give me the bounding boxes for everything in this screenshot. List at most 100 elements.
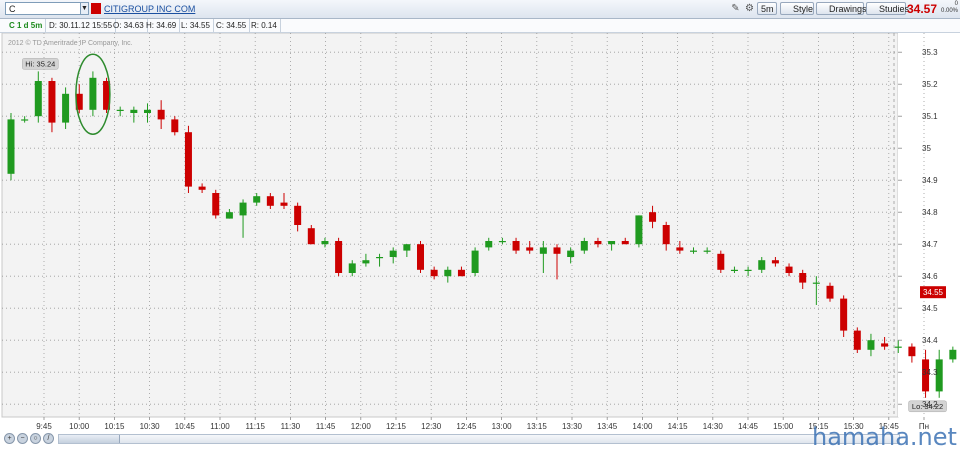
studies-button[interactable]: Studies	[866, 2, 909, 15]
interval-button[interactable]: 5m	[757, 2, 777, 15]
y-tick-label: 34.3	[922, 368, 938, 377]
y-tick-label: 35.2	[922, 80, 938, 89]
company-flag-icon	[91, 3, 101, 14]
x-tick-label: 13:15	[527, 422, 548, 431]
y-tick-label: 34.6	[922, 272, 938, 281]
candle-body	[376, 257, 384, 259]
symbol-dropdown-icon[interactable]: ▼	[80, 2, 89, 15]
style-button[interactable]: Style	[780, 2, 814, 15]
symbol-input[interactable]: C	[5, 2, 87, 15]
x-tick-label: 10:30	[140, 422, 161, 431]
candle-body	[157, 109, 165, 120]
high-label: Hi: 35.24	[25, 59, 55, 68]
candle-body	[635, 215, 643, 245]
price-tag: 34.55	[923, 288, 944, 297]
candle-body	[812, 282, 820, 284]
x-tick-label: 14:45	[738, 422, 759, 431]
scrollbar-thumb[interactable]	[59, 435, 120, 443]
candle-body	[730, 269, 738, 271]
candle-body	[703, 250, 711, 252]
x-tick-label: 10:45	[175, 422, 196, 431]
x-tick-label: 12:00	[351, 422, 372, 431]
candle-body	[649, 212, 657, 222]
candle-body	[539, 247, 547, 254]
x-tick-label: 13:45	[597, 422, 618, 431]
zoom-in-icon[interactable]: +	[4, 433, 15, 444]
last-price: 34.57	[907, 2, 938, 16]
candle-body	[430, 269, 438, 277]
candlestick-chart[interactable]: 2012 © TD Ameritrade IP Company, Inc. Hi…	[0, 33, 960, 431]
candle-body	[771, 260, 779, 264]
x-tick-label: 14:30	[703, 422, 724, 431]
candle-body	[471, 250, 479, 273]
wrench-icon[interactable]: ⚙	[743, 2, 756, 15]
pan-icon[interactable]: /	[43, 433, 54, 444]
y-tick-label: 34.2	[922, 400, 938, 409]
candle-body	[212, 193, 220, 216]
candle-body	[881, 343, 889, 347]
chart-toolbar: C ▼ CITIGROUP INC COM ✎ ⚙ 5m Style Drawi…	[0, 0, 960, 19]
net-change: 0	[954, 1, 958, 7]
company-name-link[interactable]: CITIGROUP INC COM	[104, 3, 195, 15]
candle-body	[840, 298, 848, 331]
x-tick-label: 13:00	[492, 422, 513, 431]
candle-body	[853, 330, 861, 350]
candle-body	[717, 253, 725, 270]
candle-body	[485, 241, 493, 248]
candle-body	[89, 77, 97, 110]
y-tick-label: 35.3	[922, 48, 938, 57]
x-tick-label: 14:15	[668, 422, 689, 431]
zoom-out-icon[interactable]: −	[17, 433, 28, 444]
candle-body	[403, 244, 411, 251]
candle-body	[799, 273, 807, 283]
candle-body	[171, 119, 179, 133]
candle-body	[116, 109, 124, 111]
y-tick-label: 34.5	[922, 304, 938, 313]
y-tick-label: 35	[922, 144, 931, 153]
bar-date: D: 30.11.12 15:55	[46, 19, 117, 32]
candle-body	[867, 340, 875, 350]
y-tick-label: 34.7	[922, 240, 938, 249]
x-tick-label: 15:00	[773, 422, 794, 431]
candle-body	[198, 186, 206, 190]
x-tick-label: 11:30	[281, 422, 301, 431]
candle-body	[417, 244, 424, 270]
candle-body	[266, 196, 274, 206]
candle-body	[184, 132, 192, 187]
candle-body	[744, 269, 752, 271]
y-tick-label: 34.9	[922, 176, 938, 185]
y-tick-label: 34.4	[922, 336, 938, 345]
zoom-reset-icon[interactable]: ○	[30, 433, 41, 444]
candle-body	[676, 247, 684, 251]
candle-body	[949, 349, 957, 360]
symbol-period[interactable]: C 1 d 5m	[6, 19, 47, 32]
bar-range: R: 0.14	[248, 19, 281, 32]
candle-body	[48, 81, 56, 123]
candle-body	[239, 202, 247, 216]
x-tick-label: 10:00	[69, 422, 90, 431]
candle-body	[580, 241, 588, 251]
chart-scrollbar[interactable]	[58, 434, 900, 444]
x-tick-label: 12:15	[386, 422, 407, 431]
x-tick-label: 11:15	[245, 422, 265, 431]
x-tick-label: 10:15	[104, 422, 125, 431]
candle-body	[362, 260, 370, 264]
candle-body	[498, 241, 506, 243]
candle-body	[690, 250, 697, 252]
time-axis: 9:45 10:00 10:15 10:30 10:45 11:00 11:15 11:30 1…	[36, 417, 929, 431]
candle-body	[321, 241, 329, 245]
price-change: 0 0.00%	[938, 1, 958, 15]
x-tick-label: 9:45	[36, 422, 52, 431]
drawings-button[interactable]: Drawings	[816, 2, 867, 15]
candle-body	[594, 241, 602, 245]
candle-body	[307, 228, 315, 245]
candle-body	[908, 346, 916, 357]
candle-body	[34, 81, 42, 117]
y-tick-label: 35.1	[922, 112, 938, 121]
candle-body	[294, 205, 302, 225]
crosshair-icon[interactable]: ✎	[729, 2, 742, 15]
candle-body	[457, 269, 465, 277]
x-tick-label: 12:45	[456, 422, 477, 431]
candle-body	[785, 266, 793, 273]
quote-info-bar: C 1 d 5m D: 30.11.12 15:55 O: 34.63 H: 3…	[0, 19, 960, 33]
